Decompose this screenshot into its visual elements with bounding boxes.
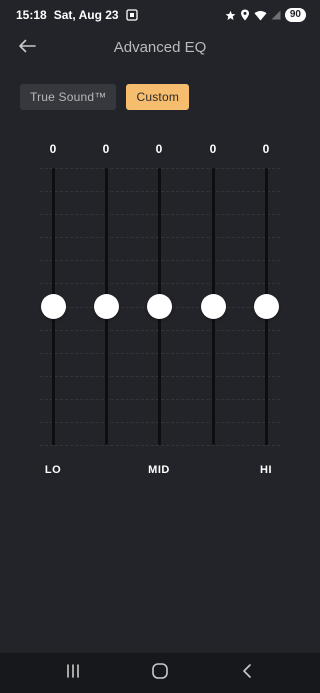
header: Advanced EQ — [0, 30, 320, 66]
band-2-value: 0 — [102, 142, 110, 156]
signal-icon — [271, 10, 281, 20]
location-icon — [240, 9, 250, 21]
home-button[interactable] — [140, 653, 180, 693]
preset-custom-button[interactable]: Custom — [126, 84, 190, 110]
freq-label-hi: HI — [260, 464, 272, 476]
system-nav-bar — [0, 653, 320, 693]
preset-tabs: True Sound™ Custom — [20, 84, 190, 110]
freq-label-mid: MID — [148, 464, 170, 476]
star-icon — [225, 10, 236, 21]
preset-true-sound-button[interactable]: True Sound™ — [20, 84, 117, 110]
eq-grid-line — [40, 445, 280, 446]
screenshot-icon — [125, 9, 138, 21]
band-1-slider-thumb[interactable] — [40, 294, 66, 319]
band-5-slider-thumb[interactable] — [253, 294, 279, 319]
band-2-slider-thumb[interactable] — [93, 294, 119, 319]
recent-apps-icon — [65, 663, 81, 683]
status-time: 15:18 — [16, 8, 47, 22]
status-date: Sat, Aug 23 — [53, 8, 119, 22]
band-4-value: 0 — [209, 142, 217, 156]
equalizer: 0 0 0 0 0 LO MID HI — [0, 130, 320, 490]
wifi-icon — [254, 10, 267, 21]
nav-back-button[interactable] — [227, 653, 267, 693]
home-icon — [151, 662, 169, 685]
band-3-slider-thumb[interactable] — [146, 294, 172, 319]
band-3-value: 0 — [155, 142, 163, 156]
battery-level: 90 — [284, 8, 306, 22]
status-bar: 15:18 Sat, Aug 23 90 — [0, 0, 320, 30]
page-title: Advanced EQ — [113, 39, 207, 56]
band-5-value: 0 — [262, 142, 270, 156]
freq-label-lo: LO — [44, 464, 62, 476]
back-chevron-icon — [241, 663, 253, 684]
recent-apps-button[interactable] — [53, 653, 93, 693]
band-4-slider-thumb[interactable] — [200, 294, 226, 319]
band-1-value: 0 — [49, 142, 57, 156]
